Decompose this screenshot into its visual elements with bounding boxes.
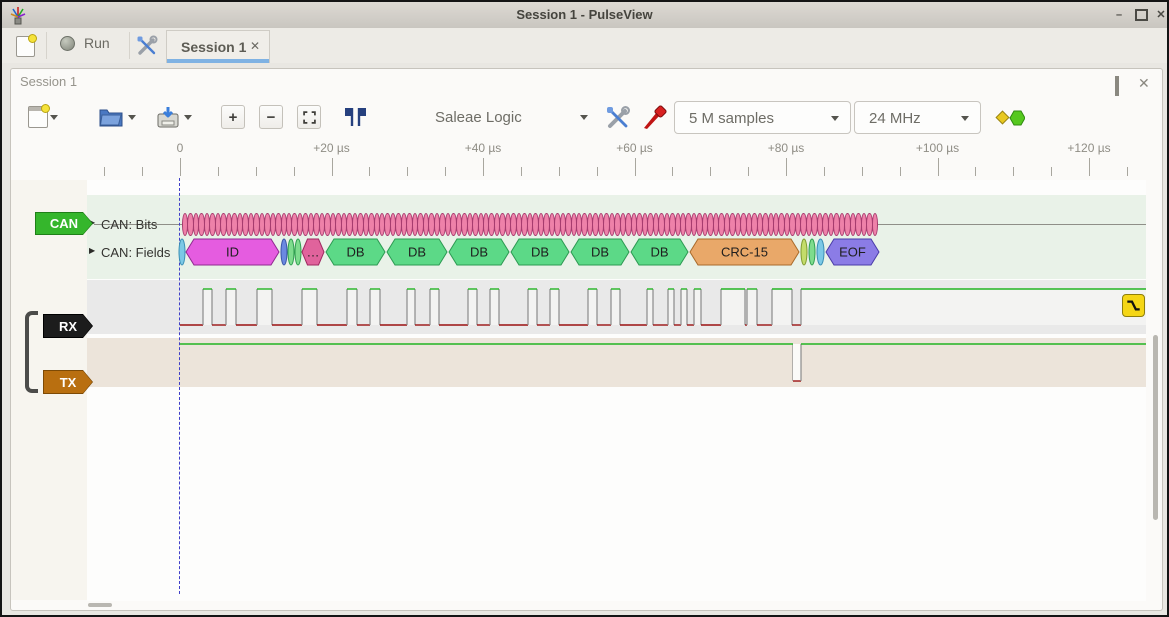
falling-edge-icon [1125, 297, 1142, 314]
ruler-tick-label: +60 µs [616, 141, 653, 155]
ruler-tick [938, 158, 939, 176]
rx-tag-label: RX [44, 315, 92, 337]
can-tag-label: CAN [36, 213, 92, 234]
ruler-tick [218, 167, 219, 176]
horizontal-scrollbar[interactable] [88, 603, 112, 607]
ruler-tick [710, 167, 711, 176]
tx-wave-svg [87, 338, 1146, 387]
tx-channel-tag[interactable]: TX [43, 370, 93, 394]
can-bit [872, 213, 878, 236]
ruler-tick [369, 167, 370, 176]
ruler-tick [332, 158, 333, 176]
can-decoder-tag[interactable]: CAN [35, 212, 93, 235]
ruler-tick [294, 167, 295, 176]
device-group-bracket [25, 311, 38, 393]
ruler-tick-label: 0 [177, 141, 184, 155]
ruler-tick [1013, 167, 1014, 176]
pulseview-window: Session 1 - PulseView – ✕ Run Session 1 … [0, 0, 1169, 617]
ruler-tick [597, 167, 598, 176]
tx-tag-label: TX [44, 371, 92, 393]
rx-channel-tag[interactable]: RX [43, 314, 93, 338]
ruler-tick [862, 167, 863, 176]
ruler-tick [521, 167, 522, 176]
ruler-tick-label: +100 µs [916, 141, 959, 155]
ruler-tick-label: +20 µs [313, 141, 350, 155]
ruler-tick [1127, 167, 1128, 176]
ruler-tick [975, 167, 976, 176]
ruler-tick [483, 158, 484, 176]
ruler-tick [142, 167, 143, 176]
ruler-tick [256, 167, 257, 176]
ruler-tick [104, 167, 105, 176]
ruler-tick [445, 167, 446, 176]
ruler-tick-label: +80 µs [768, 141, 805, 155]
ruler-tick [180, 158, 181, 176]
ruler-tick [1089, 158, 1090, 176]
ruler-tick [559, 167, 560, 176]
decoder-row-background [87, 195, 1146, 279]
ruler-tick-label: +120 µs [1067, 141, 1110, 155]
fields-expander-icon[interactable]: ▶ [89, 246, 95, 255]
falling-edge-trigger-marker[interactable] [1122, 294, 1145, 317]
ruler-tick [900, 167, 901, 176]
ruler-tick [672, 167, 673, 176]
ruler-tick [635, 158, 636, 176]
ruler-tick [786, 158, 787, 176]
ruler-tick [748, 167, 749, 176]
can-bits-row-label[interactable]: CAN: Bits [101, 217, 157, 232]
rx-wave-svg [87, 280, 1146, 334]
ruler-tick [407, 167, 408, 176]
vertical-scrollbar[interactable] [1153, 335, 1158, 520]
ruler-tick [824, 167, 825, 176]
can-fields-row-label[interactable]: CAN: Fields [101, 245, 170, 260]
ruler-tick [1051, 167, 1052, 176]
ruler-tick-label: +40 µs [465, 141, 502, 155]
